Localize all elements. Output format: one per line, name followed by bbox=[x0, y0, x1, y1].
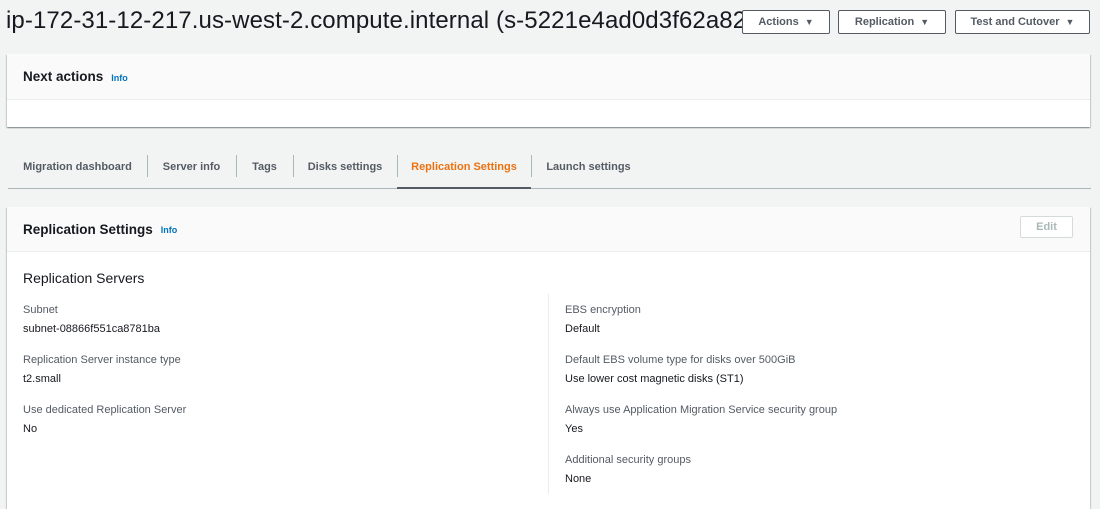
replication-settings-header: Replication Settings Info bbox=[7, 207, 1090, 252]
tab-server-info[interactable]: Server info bbox=[147, 145, 236, 188]
replication-settings-info-link[interactable]: Info bbox=[161, 225, 178, 235]
tab-migration-dashboard[interactable]: Migration dashboard bbox=[8, 145, 147, 188]
tab-launch-settings[interactable]: Launch settings bbox=[531, 145, 646, 188]
next-actions-header: Next actions Info bbox=[7, 54, 1090, 100]
replication-servers-heading: Replication Servers bbox=[23, 270, 145, 286]
security-group-field: Always use Application Migration Service… bbox=[565, 404, 837, 435]
tab-label: Launch settings bbox=[546, 160, 631, 173]
field-value: Use lower cost magnetic disks (ST1) bbox=[565, 373, 744, 385]
caret-down-icon: ▼ bbox=[804, 17, 814, 27]
ebs-volume-type-field: Default EBS volume type for disks over 5… bbox=[565, 354, 796, 385]
ebs-encryption-field: EBS encryption Default bbox=[565, 304, 641, 335]
field-value: subnet-08866f551ca8781ba bbox=[23, 323, 161, 335]
subnet-field: Subnet subnet-08866f551ca8781ba bbox=[23, 304, 160, 335]
test-cutover-button[interactable]: Test and Cutover ▼ bbox=[955, 10, 1090, 34]
field-value: Default bbox=[565, 323, 600, 335]
tab-label: Migration dashboard bbox=[23, 160, 132, 173]
dedicated-server-field: Use dedicated Replication Server No bbox=[23, 404, 186, 435]
caret-down-icon: ▼ bbox=[920, 17, 930, 27]
field-value: Yes bbox=[565, 423, 583, 435]
page-title: ip-172-31-12-217.us-west-2.compute.inter… bbox=[6, 7, 755, 34]
tab-disks-settings[interactable]: Disks settings bbox=[293, 145, 397, 188]
field-value: No bbox=[23, 423, 38, 435]
test-cutover-button-label: Test and Cutover bbox=[970, 16, 1060, 28]
field-label: EBS encryption bbox=[565, 304, 641, 316]
replication-button-label: Replication bbox=[854, 16, 915, 28]
field-label: Use dedicated Replication Server bbox=[23, 404, 187, 416]
field-label: Always use Application Migration Service… bbox=[565, 404, 838, 416]
field-label: Additional security groups bbox=[565, 454, 691, 466]
instance-type-field: Replication Server instance type t2.smal… bbox=[23, 354, 181, 385]
field-value: t2.small bbox=[23, 373, 61, 385]
next-actions-title: Next actions bbox=[23, 69, 104, 84]
tab-label: Replication Settings bbox=[411, 160, 517, 173]
tab-replication-settings[interactable]: Replication Settings bbox=[397, 145, 531, 189]
additional-security-groups-field: Additional security groups None bbox=[565, 454, 691, 485]
next-actions-info-link[interactable]: Info bbox=[111, 73, 128, 83]
field-value: None bbox=[565, 473, 592, 485]
field-label: Default EBS volume type for disks over 5… bbox=[565, 354, 796, 366]
tab-label: Server info bbox=[162, 160, 221, 173]
caret-down-icon: ▼ bbox=[1065, 17, 1075, 27]
field-label: Replication Server instance type bbox=[23, 354, 181, 366]
tab-label: Tags bbox=[252, 160, 277, 173]
edit-button[interactable]: Edit bbox=[1020, 216, 1073, 238]
field-label: Subnet bbox=[23, 304, 58, 316]
replication-settings-title: Replication Settings bbox=[23, 221, 153, 237]
tab-tags[interactable]: Tags bbox=[236, 145, 293, 188]
actions-button-label: Actions bbox=[758, 16, 799, 28]
replication-button[interactable]: Replication ▼ bbox=[838, 10, 946, 34]
server-tabs: Migration dashboard Server info Tags Dis… bbox=[8, 145, 1091, 189]
tab-label: Disks settings bbox=[307, 160, 383, 173]
next-actions-panel: Next actions Info bbox=[7, 54, 1090, 127]
column-divider bbox=[548, 294, 549, 494]
actions-button[interactable]: Actions ▼ bbox=[742, 10, 830, 34]
replication-settings-panel: Replication Settings Info Edit Replicati… bbox=[7, 207, 1090, 509]
